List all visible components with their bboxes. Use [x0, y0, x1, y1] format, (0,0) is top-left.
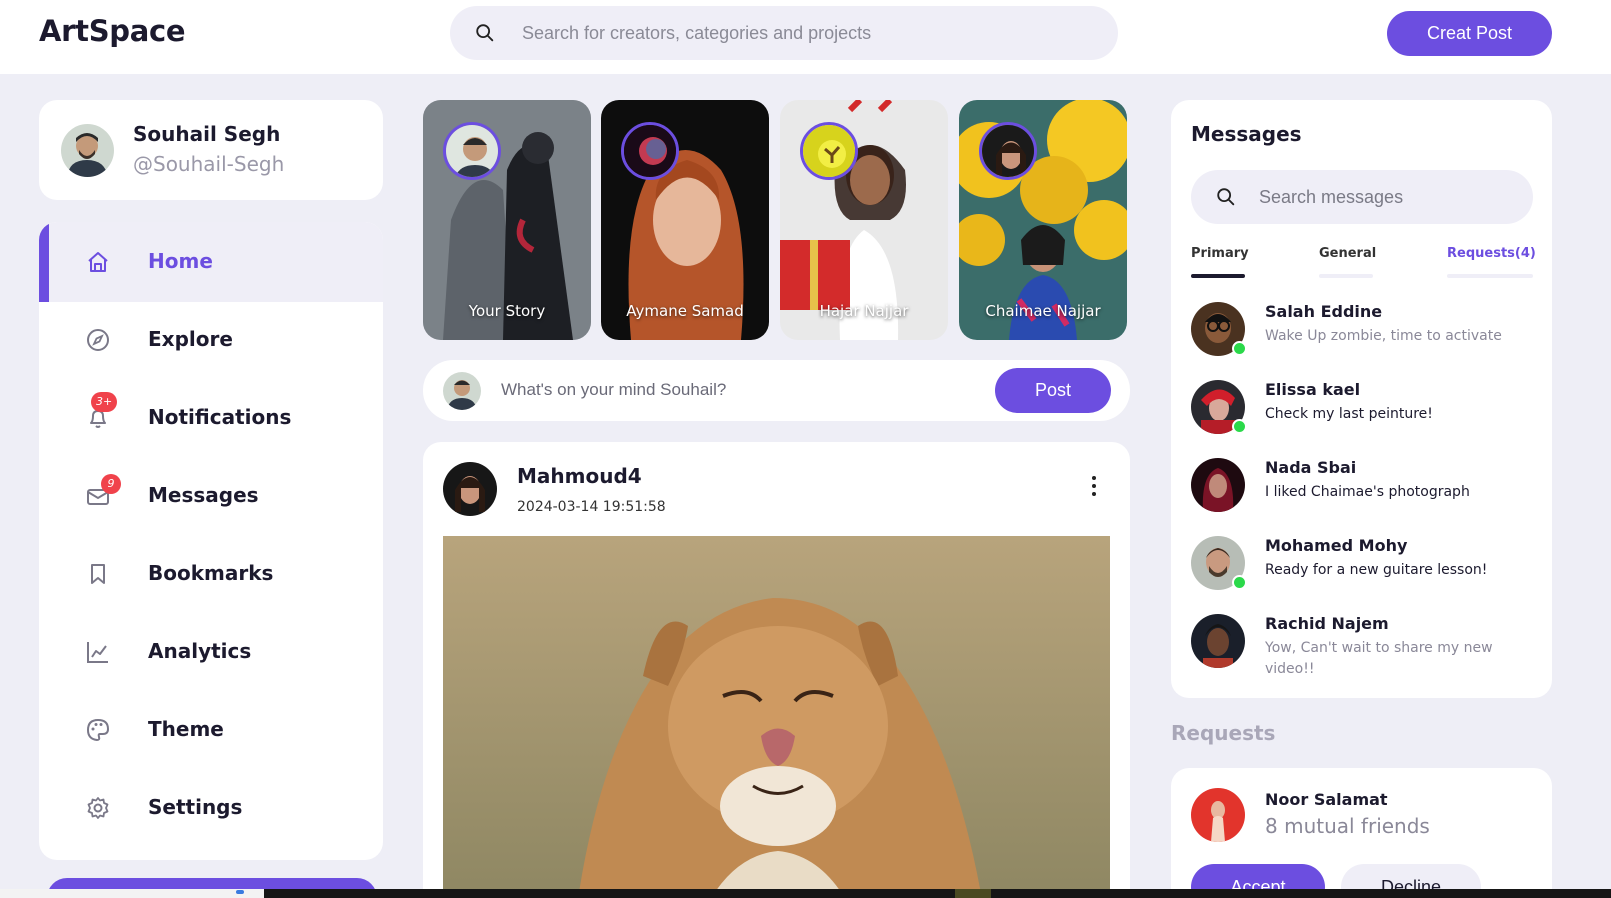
search-icon — [476, 24, 494, 42]
message-item[interactable]: Rachid Najem Yow, Can't wait to share my… — [1191, 614, 1536, 684]
taskbar-segment — [955, 889, 991, 898]
story-avatar — [979, 122, 1037, 180]
sidebar-item-analytics[interactable]: Analytics — [39, 612, 383, 692]
avatar[interactable] — [1191, 788, 1245, 842]
tab-primary[interactable]: Primary — [1191, 246, 1249, 261]
feed-post: Mahmoud4 2024-03-14 19:51:58 — [423, 442, 1130, 898]
os-taskbar — [0, 889, 1611, 898]
online-indicator — [1232, 341, 1247, 356]
message-preview: Ready for a new guitare lesson! — [1265, 562, 1488, 578]
global-search-input[interactable] — [522, 6, 1082, 60]
avatar — [61, 124, 114, 177]
messages-search-input[interactable] — [1259, 170, 1519, 224]
profile-name: Souhail Segh — [133, 122, 281, 146]
post-composer: What's on your mind Souhail? Post — [423, 360, 1130, 421]
tab-primary-underline — [1191, 274, 1245, 278]
sidebar-item-home[interactable]: Home — [39, 222, 383, 302]
home-icon — [88, 252, 108, 272]
compass-icon — [87, 329, 109, 351]
sidebar-item-theme[interactable]: Theme — [39, 690, 383, 770]
message-preview: Yow, Can't wait to share my new video!! — [1265, 640, 1493, 677]
message-preview: I liked Chaimae's photograph — [1265, 484, 1470, 500]
message-item[interactable]: Salah Eddine Wake Up zombie, time to act… — [1191, 302, 1536, 372]
online-indicator — [1232, 419, 1247, 434]
message-preview: Wake Up zombie, time to activate — [1265, 328, 1502, 344]
chart-line-icon — [87, 642, 108, 663]
request-mutual-friends: 8 mutual friends — [1265, 814, 1430, 838]
messages-badge: 9 — [101, 474, 121, 494]
notifications-badge: 3+ — [91, 392, 118, 412]
avatar — [1191, 458, 1245, 512]
taskbar-indicator — [236, 890, 244, 894]
sidebar-item-label: Theme — [148, 717, 224, 741]
sidebar-item-label: Analytics — [148, 639, 252, 663]
messages-title: Messages — [1191, 122, 1302, 146]
story-label: Aymane Samad — [626, 302, 744, 320]
tab-general[interactable]: General — [1319, 246, 1376, 261]
global-search[interactable] — [450, 6, 1118, 60]
post-timestamp: 2024-03-14 19:51:58 — [517, 499, 666, 515]
create-post-button[interactable]: Creat Post — [1387, 11, 1552, 56]
message-preview: Check my last peinture! — [1265, 406, 1433, 422]
gear-icon — [87, 797, 109, 819]
message-sender: Mohamed Mohy — [1265, 536, 1408, 555]
more-options-icon[interactable] — [1087, 474, 1101, 498]
tab-general-underline — [1319, 274, 1373, 278]
sidebar-item-label: Settings — [148, 795, 243, 819]
story-label: Hajar Najjar — [819, 302, 909, 320]
story-card[interactable]: Hajar Najjar — [780, 100, 948, 340]
sidebar-item-bookmarks[interactable]: Bookmarks — [39, 534, 383, 614]
story-card[interactable]: Your Story — [423, 100, 591, 340]
story-card[interactable]: Chaimae Najjar — [959, 100, 1127, 340]
bookmark-icon — [91, 564, 105, 584]
story-avatar — [800, 122, 858, 180]
requests-title: Requests — [1171, 721, 1276, 745]
message-sender: Nada Sbai — [1265, 458, 1357, 477]
profile-handle: @Souhail-Segh — [133, 152, 285, 176]
request-name: Noor Salamat — [1265, 790, 1388, 809]
palette-icon — [86, 718, 110, 742]
sidebar-item-settings[interactable]: Settings — [39, 768, 383, 848]
post-image — [443, 536, 1110, 898]
sidebar-item-label: Messages — [148, 483, 259, 507]
message-item[interactable]: Nada Sbai I liked Chaimae's photograph — [1191, 458, 1536, 528]
message-item[interactable]: Mohamed Mohy Ready for a new guitare les… — [1191, 536, 1536, 606]
sidebar-item-label: Explore — [148, 327, 233, 351]
tab-requests[interactable]: Requests(4) — [1447, 246, 1536, 261]
sidebar-item-notifications[interactable]: 3+ Notifications — [39, 378, 383, 458]
messages-search[interactable] — [1191, 170, 1533, 224]
story-avatar — [621, 122, 679, 180]
avatar — [443, 372, 481, 410]
search-icon — [1217, 188, 1235, 206]
story-label: Your Story — [468, 302, 546, 320]
messages-panel: Messages Primary General Requests(4) Sal… — [1171, 100, 1552, 698]
sidebar-item-label: Notifications — [148, 405, 292, 429]
profile-card[interactable]: Souhail Segh @Souhail-Segh — [39, 100, 383, 200]
sidebar-item-label: Bookmarks — [148, 561, 274, 585]
online-indicator — [1232, 575, 1247, 590]
message-item[interactable]: Elissa kael Check my last peinture! — [1191, 380, 1536, 450]
tab-requests-underline — [1447, 274, 1533, 278]
avatar — [1191, 614, 1245, 668]
message-sender: Salah Eddine — [1265, 302, 1383, 321]
message-sender: Elissa kael — [1265, 380, 1361, 399]
message-sender: Rachid Najem — [1265, 614, 1389, 633]
story-card[interactable]: Aymane Samad — [601, 100, 769, 340]
taskbar-segment — [0, 889, 264, 898]
sidebar-item-messages[interactable]: 9 Messages — [39, 456, 383, 536]
composer-input[interactable]: What's on your mind Souhail? — [501, 380, 726, 400]
app-logo[interactable]: ArtSpace — [39, 14, 186, 48]
post-author[interactable]: Mahmoud4 — [517, 464, 642, 488]
sidebar-item-label: Home — [148, 249, 213, 273]
story-avatar — [443, 122, 501, 180]
friend-request-card: Noor Salamat 8 mutual friends Accept Dec… — [1171, 768, 1552, 898]
avatar[interactable] — [443, 462, 497, 516]
post-button[interactable]: Post — [995, 368, 1111, 413]
story-label: Chaimae Najjar — [985, 302, 1101, 320]
top-bar: ArtSpace Creat Post — [0, 0, 1611, 74]
sidebar-item-explore[interactable]: Explore — [39, 300, 383, 380]
sidebar-nav: Home Explore 3+ Notifications 9 Messages… — [39, 222, 383, 860]
